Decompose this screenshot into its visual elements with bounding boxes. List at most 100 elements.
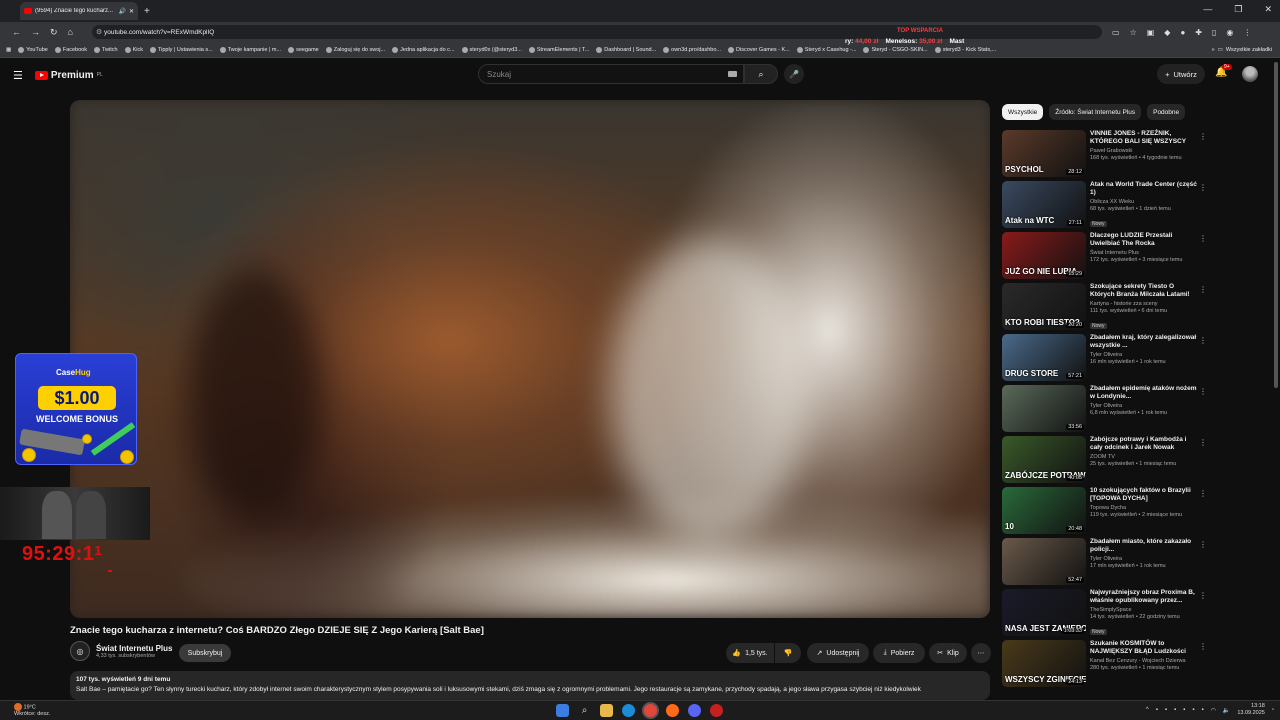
related-video-title[interactable]: Atak na World Trade Center (część 1) — [1090, 181, 1198, 197]
related-video-channel[interactable]: Tyler Oliveira — [1090, 556, 1198, 562]
extension-icon[interactable]: ◆ — [1164, 28, 1170, 37]
app-icon[interactable] — [710, 704, 723, 717]
chrome-icon[interactable] — [644, 704, 657, 717]
sidebar-icon[interactable]: ▯ — [1212, 28, 1216, 37]
bookmark-item[interactable]: Jedna aplikacja do c... — [392, 46, 455, 53]
video-thumbnail[interactable]: ZABÓJCZE POTRAWY 40:05 — [1002, 436, 1086, 483]
close-tab-icon[interactable]: ✕ — [129, 8, 134, 15]
video-thumbnail[interactable]: WSZYSCY ZGINIECIE. 24:13 — [1002, 640, 1086, 687]
related-video-title[interactable]: Szukanie KOSMITÓW to NAJWIĘKSZY BŁĄD Lud… — [1090, 640, 1198, 656]
tray-app-icon[interactable]: ▪ — [1156, 707, 1158, 713]
related-video-item[interactable]: 33:56 Zbadałem epidemię ataków nożem w Lo… — [1002, 383, 1208, 434]
related-video-title[interactable]: 10 szokujących faktów o Brazylii [TOPOWA… — [1090, 487, 1198, 503]
youtube-premium-logo[interactable]: Premium PL — [34, 70, 103, 81]
clip-button[interactable]: ✂ Klip — [929, 643, 967, 663]
related-video-item[interactable]: ZABÓJCZE POTRAWY 40:05 Zabójcze potrawy i … — [1002, 434, 1208, 485]
related-video-title[interactable]: VINNIE JONES - RZEŹNIK, KTÓREGO BALI SIĘ… — [1090, 130, 1198, 146]
keyboard-icon[interactable] — [728, 71, 737, 77]
apps-grid-icon[interactable]: ▦ — [6, 47, 11, 53]
bookmark-item[interactable]: Steryd x Casehug -... — [796, 46, 856, 53]
related-video-title[interactable]: Dlaczego LUDZIE Przestali Uwielbiać The … — [1090, 232, 1198, 248]
related-video-channel[interactable]: Topowa Dycha — [1090, 505, 1198, 511]
related-video-channel[interactable]: ZOOM TV — [1090, 454, 1198, 460]
video-thumbnail[interactable]: KTO ROBI TIESTO? 20:20 — [1002, 283, 1086, 330]
forward-icon[interactable]: → — [31, 27, 40, 38]
share-button[interactable]: ↗ Udostępnij — [807, 643, 869, 663]
video-thumbnail[interactable]: 52:47 — [1002, 538, 1086, 585]
bookmark-item[interactable]: Twitch — [93, 46, 118, 53]
related-video-item[interactable]: DRUG STORE 57:21 Zbadałem kraj, który zale… — [1002, 332, 1208, 383]
bookmark-item[interactable]: own3d.pro/dashbo... — [663, 46, 721, 53]
bookmark-star-icon[interactable]: ☆ — [1130, 28, 1137, 37]
video-thumbnail[interactable]: 33:56 — [1002, 385, 1086, 432]
bookmark-item[interactable]: Twoje kampanie | m... — [219, 46, 281, 53]
extension-icon[interactable]: ▣ — [1147, 28, 1155, 37]
more-options-icon[interactable]: ⋮ — [1199, 387, 1207, 396]
bookmark-item[interactable]: Discover Games - K... — [728, 46, 790, 53]
weather-widget[interactable]: 19°C Wkrótce: desz. — [14, 703, 50, 718]
search-button[interactable]: ⌕ — [744, 64, 778, 84]
speaker-icon[interactable]: 🔊 — [118, 8, 125, 15]
more-options-icon[interactable]: ⋮ — [1199, 234, 1207, 243]
bookmark-item[interactable]: Facebook — [54, 46, 87, 53]
edge-icon[interactable] — [622, 704, 635, 717]
profile-icon[interactable]: ◉ — [1226, 28, 1233, 37]
maximize-icon[interactable]: ❐ — [1234, 4, 1242, 15]
channel-avatar[interactable]: ◎ — [70, 641, 90, 661]
bookmark-item[interactable]: YouTube — [18, 46, 48, 53]
related-video-channel[interactable]: TheSimplySpace — [1090, 607, 1198, 613]
bookmark-item[interactable]: Zaloguj się do swoj... — [325, 46, 385, 53]
video-thumbnail[interactable]: JUŻ GO NIE LUBIĄ 15:29 — [1002, 232, 1086, 279]
bookmark-item[interactable]: Tipply | Ustawienia s... — [149, 46, 213, 53]
more-options-icon[interactable]: ⋮ — [1199, 438, 1207, 447]
related-video-channel[interactable]: Świat Internetu Plus — [1090, 250, 1198, 256]
bookmark-item[interactable]: Dashboard | Sound... — [596, 46, 656, 53]
more-options-icon[interactable]: ⋮ — [1199, 336, 1207, 345]
related-video-title[interactable]: Zabójcze potrawy i Kambodża i cały odcin… — [1090, 436, 1198, 452]
related-video-item[interactable]: WSZYSCY ZGINIECIE. 24:13 Szukanie KOSMITÓW… — [1002, 638, 1208, 689]
related-video-item[interactable]: PSYCHOL 28:12 VINNIE JONES - RZEŹNIK, KTÓR… — [1002, 128, 1208, 179]
volume-icon[interactable]: 🔈 — [1223, 707, 1230, 714]
search-input[interactable]: Szukaj — [478, 64, 744, 84]
related-video-item[interactable]: Atak na WTC 27:11 Atak na World Trade Cent… — [1002, 179, 1208, 230]
tray-app-icon[interactable]: ▪ — [1165, 707, 1167, 713]
channel-name[interactable]: Świat Internetu Plus — [96, 644, 172, 653]
related-video-channel[interactable]: Kanał Bez Cenzury - Wojciech Dzierwa — [1090, 658, 1198, 664]
more-options-icon[interactable]: ⋮ — [1199, 489, 1207, 498]
more-options-icon[interactable]: ⋮ — [1199, 591, 1207, 600]
tray-chevron-icon[interactable]: ^ — [1146, 707, 1149, 713]
download-button[interactable]: ⤓ Pobierz — [873, 643, 925, 663]
bookmark-item[interactable]: steryd3 - Kick Stats,... — [934, 46, 996, 53]
site-info-icon[interactable]: ⚙ — [96, 28, 104, 36]
back-icon[interactable]: ← — [12, 27, 21, 38]
puzzle-icon[interactable]: ✚ — [1195, 28, 1202, 37]
related-video-item[interactable]: NASA JEST ZANIEPO 1:03:33 Najwyraźniejszy … — [1002, 587, 1208, 638]
related-video-title[interactable]: Szokujące sekrety Tiesto O Których Branż… — [1090, 283, 1198, 299]
home-icon[interactable]: ⌂ — [68, 27, 73, 38]
related-video-title[interactable]: Zbadałem kraj, który zalegalizował wszys… — [1090, 334, 1198, 350]
start-icon[interactable] — [556, 704, 569, 717]
reload-icon[interactable]: ↻ — [50, 27, 58, 38]
related-video-item[interactable]: JUŻ GO NIE LUBIĄ 15:29 Dlaczego LUDZIE Prz… — [1002, 230, 1208, 281]
video-thumbnail[interactable]: Atak na WTC 27:11 — [1002, 181, 1086, 228]
notification-icon[interactable]: ▫ — [1272, 707, 1274, 713]
related-video-channel[interactable]: Kartyna - historie zza sceny — [1090, 301, 1198, 307]
all-bookmarks[interactable]: Wszystkie zakładki — [1226, 47, 1272, 53]
chip-all[interactable]: Wszystkie — [1002, 104, 1044, 120]
related-video-title[interactable]: Zbadałem miasto, które zakazało policji.… — [1090, 538, 1198, 554]
tray-app-icon[interactable]: ▪ — [1174, 707, 1176, 713]
voice-search-button[interactable]: 🎤 — [784, 64, 804, 84]
more-options-icon[interactable]: ⋮ — [1199, 540, 1207, 549]
bookmark-item[interactable]: Kick — [124, 46, 143, 53]
more-options-icon[interactable]: ⋮ — [1199, 285, 1207, 294]
minimize-icon[interactable]: — — [1203, 4, 1212, 15]
network-icon[interactable]: ◠ — [1211, 707, 1216, 714]
related-video-title[interactable]: Zbadałem epidemię ataków nożem w Londyni… — [1090, 385, 1198, 401]
related-video-item[interactable]: 10 20:48 10 szokujących faktów o Brazylii … — [1002, 485, 1208, 536]
more-options-icon[interactable]: ⋮ — [1199, 183, 1207, 192]
tray-app-icon[interactable]: ▪ — [1183, 707, 1185, 713]
video-thumbnail[interactable]: DRUG STORE 57:21 — [1002, 334, 1086, 381]
search-icon[interactable]: ⌕ — [578, 704, 591, 717]
cast-icon[interactable]: ▭ — [1112, 28, 1120, 37]
dislike-button[interactable]: 👎 — [775, 643, 801, 663]
